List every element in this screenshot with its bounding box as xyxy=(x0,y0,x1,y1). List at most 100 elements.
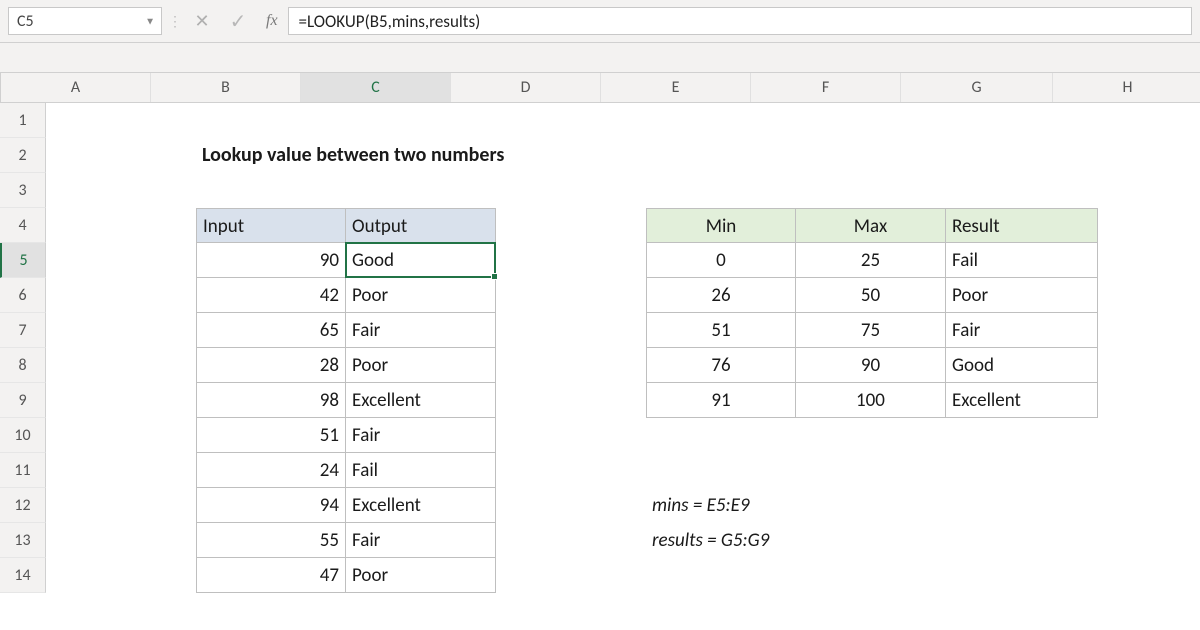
cell[interactable] xyxy=(496,453,646,488)
cell[interactable] xyxy=(496,138,646,173)
cell[interactable] xyxy=(46,418,196,453)
io-output[interactable]: Fail xyxy=(346,453,496,488)
cell[interactable] xyxy=(46,103,196,138)
cell[interactable] xyxy=(1098,313,1200,348)
col-header[interactable]: E xyxy=(601,73,751,102)
io-input[interactable]: 42 xyxy=(196,278,346,313)
lk-result[interactable]: Fair xyxy=(946,313,1098,348)
io-input[interactable]: 98 xyxy=(196,383,346,418)
row-header[interactable]: 14 xyxy=(0,558,46,593)
cell[interactable] xyxy=(496,383,646,418)
cell[interactable] xyxy=(46,313,196,348)
io-input[interactable]: 28 xyxy=(196,348,346,383)
cell[interactable] xyxy=(1098,558,1200,593)
cell[interactable] xyxy=(46,208,196,243)
cell[interactable] xyxy=(1098,488,1200,523)
cell[interactable] xyxy=(946,103,1098,138)
io-input[interactable]: 65 xyxy=(196,313,346,348)
sheet-title[interactable]: Lookup value between two numbers xyxy=(196,138,346,173)
cell[interactable] xyxy=(1098,453,1200,488)
cell[interactable] xyxy=(1098,103,1200,138)
cell[interactable] xyxy=(46,523,196,558)
fx-icon[interactable]: fx xyxy=(260,0,284,42)
row-header[interactable]: 11 xyxy=(0,453,46,488)
lk-min[interactable]: 91 xyxy=(646,383,796,418)
cell[interactable] xyxy=(946,558,1098,593)
col-header[interactable]: F xyxy=(751,73,901,102)
row-header[interactable]: 6 xyxy=(0,278,46,313)
lk-header-min[interactable]: Min xyxy=(646,208,796,243)
lk-result[interactable]: Poor xyxy=(946,278,1098,313)
cell[interactable] xyxy=(496,103,646,138)
cell[interactable] xyxy=(196,173,346,208)
lk-min[interactable]: 76 xyxy=(646,348,796,383)
cell[interactable] xyxy=(1098,418,1200,453)
row-header[interactable]: 12 xyxy=(0,488,46,523)
cell[interactable] xyxy=(796,103,946,138)
cell[interactable] xyxy=(946,418,1098,453)
cell[interactable] xyxy=(196,103,346,138)
cell[interactable] xyxy=(796,173,946,208)
io-header-input[interactable]: Input xyxy=(196,208,346,243)
col-header[interactable]: B xyxy=(151,73,301,102)
cell[interactable] xyxy=(346,138,496,173)
cell[interactable] xyxy=(946,523,1098,558)
io-input[interactable]: 47 xyxy=(196,558,346,593)
lk-header-result[interactable]: Result xyxy=(946,208,1098,243)
lk-max[interactable]: 90 xyxy=(796,348,946,383)
lk-result[interactable]: Fail xyxy=(946,243,1098,278)
lk-result[interactable]: Excellent xyxy=(946,383,1098,418)
spreadsheet-grid[interactable]: A B C D E F G H 1 2 Lookup value between… xyxy=(0,73,1200,593)
cell[interactable] xyxy=(646,418,796,453)
row-header[interactable]: 7 xyxy=(0,313,46,348)
cell[interactable] xyxy=(1098,383,1200,418)
io-output[interactable]: Poor xyxy=(346,278,496,313)
cell[interactable] xyxy=(496,488,646,523)
cell[interactable] xyxy=(796,558,946,593)
enter-icon[interactable]: ✓ xyxy=(228,9,248,34)
cell[interactable] xyxy=(796,453,946,488)
chevron-down-icon[interactable]: ▼ xyxy=(145,15,155,28)
io-output[interactable]: Good xyxy=(346,243,496,278)
lk-min[interactable]: 51 xyxy=(646,313,796,348)
cell[interactable] xyxy=(946,173,1098,208)
lk-max[interactable]: 75 xyxy=(796,313,946,348)
lk-min[interactable]: 26 xyxy=(646,278,796,313)
cell[interactable] xyxy=(46,173,196,208)
note-results[interactable]: results = G5:G9 xyxy=(646,523,796,558)
lk-max[interactable]: 25 xyxy=(796,243,946,278)
row-header[interactable]: 3 xyxy=(0,173,46,208)
col-header[interactable]: C xyxy=(301,73,451,102)
cell[interactable] xyxy=(796,138,946,173)
cell[interactable] xyxy=(1098,138,1200,173)
cell[interactable] xyxy=(496,418,646,453)
lk-result[interactable]: Good xyxy=(946,348,1098,383)
io-output[interactable]: Excellent xyxy=(346,383,496,418)
io-output[interactable]: Fair xyxy=(346,418,496,453)
cell[interactable] xyxy=(496,313,646,348)
row-header[interactable]: 8 xyxy=(0,348,46,383)
lk-header-max[interactable]: Max xyxy=(796,208,946,243)
row-header[interactable]: 4 xyxy=(0,208,46,243)
cell[interactable] xyxy=(646,138,796,173)
cell[interactable] xyxy=(646,453,796,488)
cell[interactable] xyxy=(1098,243,1200,278)
lk-max[interactable]: 100 xyxy=(796,383,946,418)
cell[interactable] xyxy=(46,453,196,488)
cell[interactable] xyxy=(646,103,796,138)
cell[interactable] xyxy=(496,278,646,313)
col-header[interactable]: H xyxy=(1053,73,1200,102)
cell[interactable] xyxy=(46,278,196,313)
io-output[interactable]: Poor xyxy=(346,558,496,593)
row-header[interactable]: 5 xyxy=(0,243,46,278)
cell[interactable] xyxy=(946,453,1098,488)
cell[interactable] xyxy=(46,138,196,173)
lk-min[interactable]: 0 xyxy=(646,243,796,278)
cell[interactable] xyxy=(946,138,1098,173)
cell[interactable] xyxy=(496,348,646,383)
io-input[interactable]: 24 xyxy=(196,453,346,488)
io-output[interactable]: Fair xyxy=(346,313,496,348)
cell[interactable] xyxy=(46,488,196,523)
cancel-icon[interactable]: ✕ xyxy=(192,11,212,32)
io-input[interactable]: 51 xyxy=(196,418,346,453)
